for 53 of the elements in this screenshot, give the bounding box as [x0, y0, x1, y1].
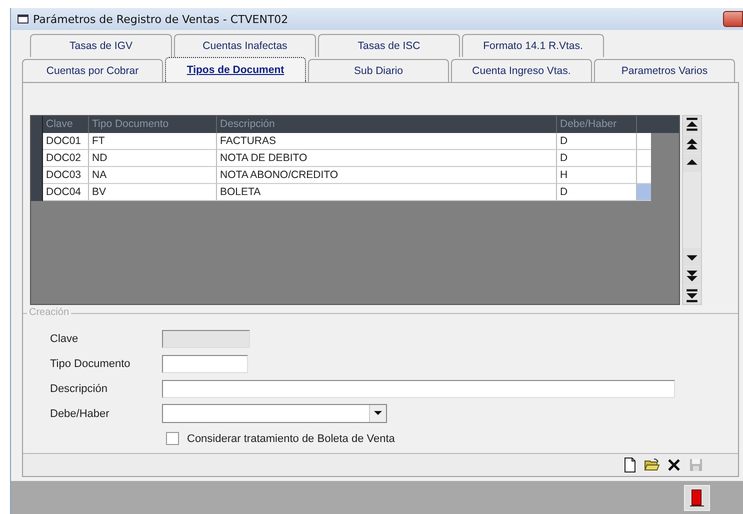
close-button[interactable] [723, 11, 743, 27]
tab[interactable]: Formato 14.1 R.Vtas. [462, 34, 604, 57]
table-cell: FT [89, 133, 217, 150]
tab[interactable]: Tasas de IGV [30, 34, 172, 57]
new-document-icon[interactable] [622, 457, 638, 473]
table-cell: NOTA DE DEBITO [217, 150, 557, 167]
input-field[interactable] [162, 354, 248, 372]
window-title: Parámetros de Registro de Ventas - CTVENT02 [33, 12, 288, 26]
field-label: Clave [50, 332, 80, 344]
checkbox-label: Considerar tratamiento de Boleta de Venta [187, 432, 395, 444]
folder-icon[interactable] [644, 457, 660, 473]
window-icon [17, 13, 29, 25]
table-cell: H [557, 167, 637, 184]
table-cell: DOC04 [43, 184, 89, 201]
table-cell: DOC02 [43, 150, 89, 167]
field-label: Tipo Documento [50, 358, 132, 370]
table-cell: ND [89, 150, 217, 167]
table-cell: D [557, 150, 637, 167]
table-cell: D [557, 184, 637, 201]
table-cell: NOTA ABONO/CREDITO [217, 167, 557, 184]
field-label: Debe/Haber [50, 408, 110, 420]
tab[interactable]: Sub Diario [308, 59, 449, 82]
dropdown-field[interactable] [162, 404, 387, 423]
delete-icon[interactable] [666, 457, 682, 473]
table-cell: BV [89, 184, 217, 201]
page-down-icon[interactable] [683, 267, 701, 285]
input-field[interactable] [162, 380, 675, 398]
tab[interactable]: Tasas de ISC [318, 34, 460, 57]
last-record-icon[interactable] [683, 286, 701, 304]
caret-icon [374, 411, 382, 416]
checkbox[interactable] [166, 432, 179, 445]
table-cell: FACTURAS [217, 133, 557, 150]
row-end-cell[interactable] [637, 167, 651, 184]
row-end-cell[interactable] [637, 133, 651, 150]
door-icon [689, 489, 705, 507]
table-cell: DOC01 [43, 133, 89, 150]
field-label: Descripción [50, 382, 108, 394]
tab[interactable]: Parametros Varios [594, 59, 735, 82]
tab[interactable]: Cuentas Inafectas [174, 34, 316, 57]
table-cell: DOC03 [43, 167, 89, 184]
exit-button[interactable] [684, 485, 710, 511]
tab[interactable]: Cuentas por Cobrar [22, 59, 163, 82]
row-end-cell[interactable] [637, 184, 651, 201]
tab[interactable]: Cuenta Ingreso Vtas. [451, 59, 592, 82]
table-cell: NA [89, 167, 217, 184]
row-end-cell[interactable] [637, 150, 651, 167]
group-title: Creación [27, 307, 72, 318]
page-up-icon[interactable] [683, 135, 701, 153]
scrollbar[interactable] [682, 115, 702, 305]
first-record-icon[interactable] [683, 116, 701, 134]
table-cell: D [557, 133, 637, 150]
table-cell: BOLETA [217, 184, 557, 201]
tab[interactable]: Tipos de Document [165, 57, 306, 82]
